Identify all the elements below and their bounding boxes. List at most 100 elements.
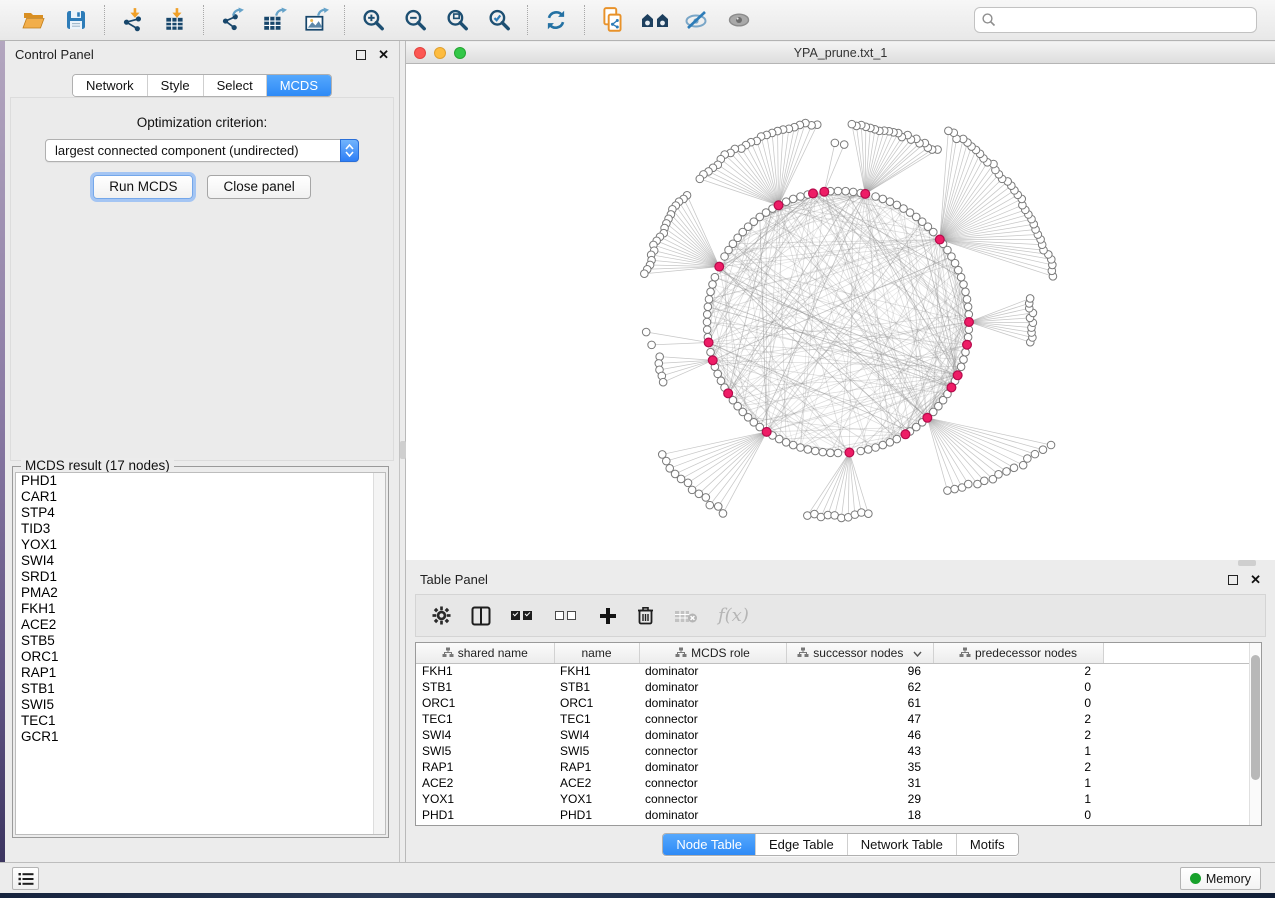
table-row[interactable]: ACE2ACE2connector311 [416, 775, 1251, 791]
refresh-button[interactable] [538, 4, 574, 36]
table-cell[interactable] [1103, 711, 1251, 727]
table-row[interactable]: YOX1YOX1connector291 [416, 791, 1251, 807]
mcds-result-item[interactable]: RAP1 [16, 665, 385, 681]
table-cell[interactable] [1103, 663, 1251, 679]
table-cell[interactable]: 35 [786, 759, 933, 775]
mcds-result-item[interactable]: STB1 [16, 681, 385, 697]
table-cell[interactable]: 1 [933, 743, 1103, 759]
table-cell[interactable]: connector [639, 775, 786, 791]
table-cell[interactable] [1103, 743, 1251, 759]
table-cell[interactable] [1103, 807, 1251, 823]
export-image-button[interactable] [298, 4, 334, 36]
table-row[interactable]: FKH1FKH1dominator962 [416, 663, 1251, 679]
tab-style[interactable]: Style [147, 75, 203, 96]
import-table-button[interactable] [157, 4, 193, 36]
table-cell[interactable]: connector [639, 743, 786, 759]
table-cell[interactable]: 29 [786, 791, 933, 807]
mcds-result-item[interactable]: TEC1 [16, 713, 385, 729]
import-network-button[interactable] [115, 4, 151, 36]
table-cell[interactable]: RAP1 [554, 759, 639, 775]
float-panel-icon[interactable] [356, 50, 366, 60]
close-panel-button[interactable]: Close panel [207, 175, 310, 199]
table-row[interactable]: PHD1PHD1dominator180 [416, 807, 1251, 823]
close-panel-icon[interactable]: ✕ [378, 50, 389, 60]
table-scrollbar-thumb[interactable] [1251, 655, 1260, 780]
table-cell[interactable] [1103, 727, 1251, 743]
function-builder-button[interactable]: f(x) [718, 605, 749, 626]
save-session-button[interactable] [58, 4, 94, 36]
destroy-table-button[interactable] [674, 608, 698, 624]
table-cell[interactable]: 2 [933, 711, 1103, 727]
table-cell[interactable]: 43 [786, 743, 933, 759]
mcds-result-item[interactable]: PMA2 [16, 585, 385, 601]
table-cell[interactable]: PHD1 [554, 807, 639, 823]
memory-button[interactable]: Memory [1180, 867, 1261, 890]
mcds-list-scrollbar[interactable] [373, 473, 385, 834]
tab-network-table[interactable]: Network Table [847, 834, 956, 855]
table-cell[interactable] [1103, 695, 1251, 711]
column-header-shared-name[interactable]: shared name [416, 643, 554, 663]
table-cell[interactable]: 31 [786, 775, 933, 791]
table-cell[interactable]: YOX1 [416, 791, 554, 807]
table-cell[interactable] [1103, 759, 1251, 775]
tab-mcds[interactable]: MCDS [266, 75, 331, 96]
mcds-result-item[interactable]: SRD1 [16, 569, 385, 585]
criterion-select[interactable]: largest connected component (undirected) [45, 139, 359, 162]
copy-network-button[interactable] [595, 4, 631, 36]
table-cell[interactable] [1103, 679, 1251, 695]
table-row[interactable]: RAP1RAP1dominator352 [416, 759, 1251, 775]
table-cell[interactable]: 1 [933, 775, 1103, 791]
mcds-result-item[interactable]: ACE2 [16, 617, 385, 633]
table-scrollbar[interactable] [1249, 643, 1261, 825]
mcds-result-item[interactable]: TID3 [16, 521, 385, 537]
mcds-result-item[interactable]: YOX1 [16, 537, 385, 553]
export-network-button[interactable] [214, 4, 250, 36]
table-cell[interactable]: SWI5 [416, 743, 554, 759]
table-cell[interactable]: dominator [639, 727, 786, 743]
export-table-button[interactable] [256, 4, 292, 36]
table-cell[interactable]: 2 [933, 759, 1103, 775]
table-row[interactable]: TEC1TEC1connector472 [416, 711, 1251, 727]
table-cell[interactable]: TEC1 [416, 711, 554, 727]
table-cell[interactable]: SWI4 [416, 727, 554, 743]
table-cell[interactable]: RAP1 [416, 759, 554, 775]
table-cell[interactable]: TEC1 [554, 711, 639, 727]
column-header-name[interactable]: name [554, 643, 639, 663]
float-panel-icon[interactable] [1228, 575, 1238, 585]
table-cell[interactable]: 2 [933, 727, 1103, 743]
deselect-all-columns-button[interactable] [555, 611, 579, 620]
table-cell[interactable]: 0 [933, 807, 1103, 823]
mcds-result-item[interactable]: ORC1 [16, 649, 385, 665]
tab-motifs[interactable]: Motifs [956, 834, 1018, 855]
column-header-mcds-role[interactable]: MCDS role [639, 643, 786, 663]
table-cell[interactable]: SWI4 [554, 727, 639, 743]
split-columns-button[interactable] [471, 606, 491, 626]
hide-graphics-details-button[interactable] [679, 4, 715, 36]
table-cell[interactable]: ORC1 [554, 695, 639, 711]
delete-column-button[interactable] [637, 606, 654, 625]
table-cell[interactable]: STB1 [554, 679, 639, 695]
table-cell[interactable]: 61 [786, 695, 933, 711]
table-row[interactable]: ORC1ORC1dominator610 [416, 695, 1251, 711]
table-cell[interactable]: FKH1 [554, 663, 639, 679]
select-all-columns-button[interactable] [511, 611, 535, 620]
search-input[interactable] [974, 7, 1257, 33]
table-row[interactable]: SWI4SWI4dominator462 [416, 727, 1251, 743]
table-settings-button[interactable] [432, 606, 451, 625]
close-panel-icon[interactable]: ✕ [1250, 575, 1261, 585]
table-cell[interactable]: 0 [933, 695, 1103, 711]
task-history-button[interactable] [12, 867, 39, 890]
table-cell[interactable]: 46 [786, 727, 933, 743]
network-view[interactable] [406, 64, 1275, 560]
tab-node-table[interactable]: Node Table [663, 834, 755, 855]
mcds-result-item[interactable]: STP4 [16, 505, 385, 521]
tab-select[interactable]: Select [203, 75, 266, 96]
run-mcds-button[interactable]: Run MCDS [93, 175, 193, 199]
table-cell[interactable]: dominator [639, 679, 786, 695]
table-cell[interactable]: SWI5 [554, 743, 639, 759]
table-cell[interactable]: 47 [786, 711, 933, 727]
mcds-result-list[interactable]: PHD1CAR1STP4TID3YOX1SWI4SRD1PMA2FKH1ACE2… [15, 472, 386, 835]
column-header-successor-nodes[interactable]: successor nodes [786, 643, 933, 663]
zoom-fit-button[interactable] [439, 4, 475, 36]
table-cell[interactable]: dominator [639, 695, 786, 711]
